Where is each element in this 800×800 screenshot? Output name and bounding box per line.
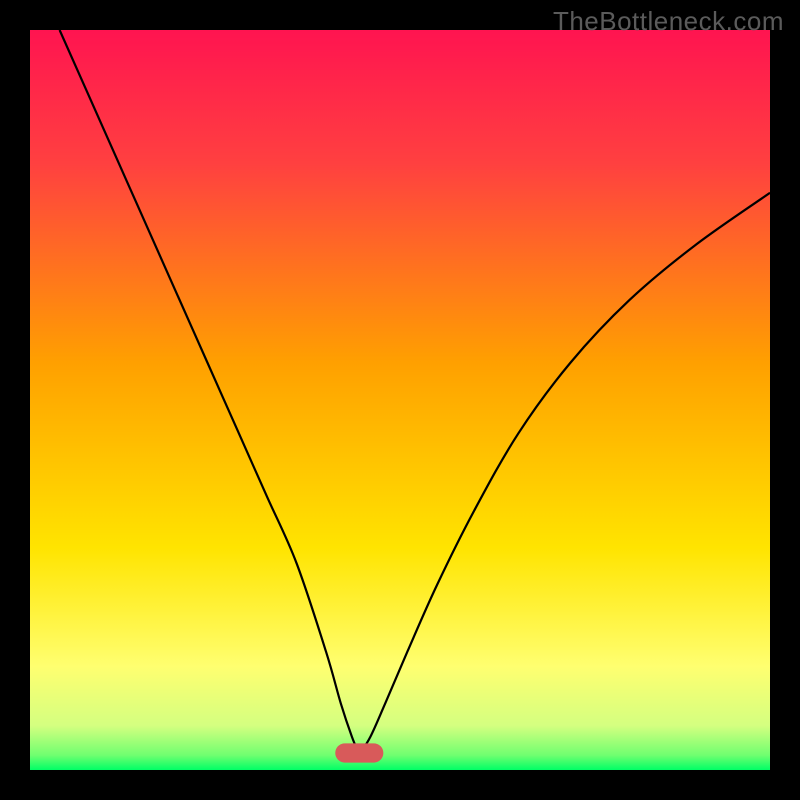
- optimum-marker: [335, 743, 383, 762]
- chart-frame: TheBottleneck.com: [0, 0, 800, 800]
- chart-plot: [30, 30, 770, 770]
- watermark-text: TheBottleneck.com: [553, 6, 784, 37]
- chart-background: [30, 30, 770, 770]
